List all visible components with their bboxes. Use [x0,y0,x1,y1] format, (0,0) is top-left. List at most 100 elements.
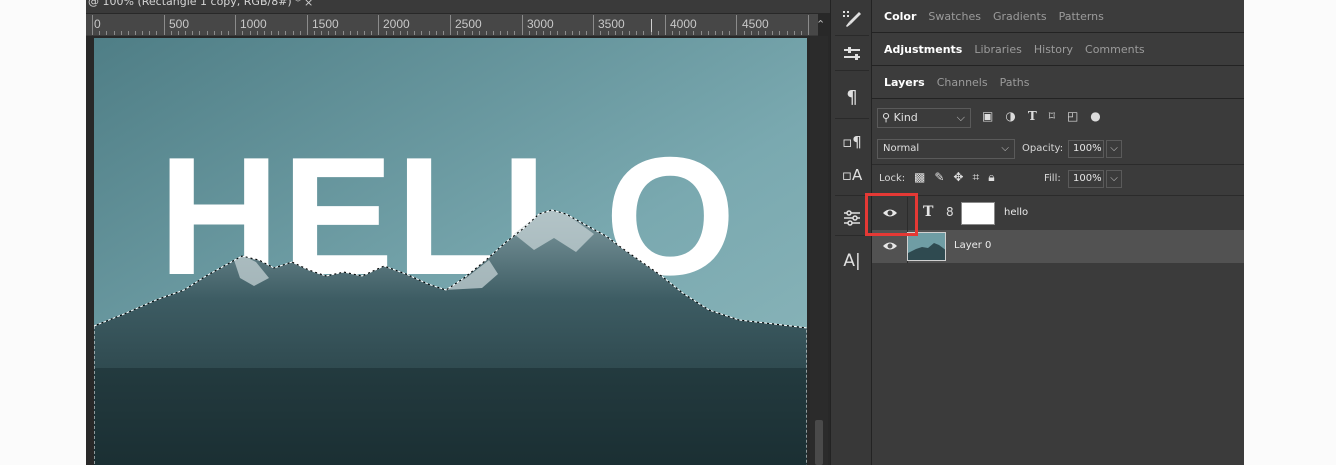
properties-icon[interactable] [831,38,873,68]
ruler-tick [192,31,194,35]
tab-libraries[interactable]: Libraries [968,43,1028,56]
text-layer-icon: T [923,204,934,220]
fill-input[interactable]: 100% [1068,170,1104,188]
ruler-tick [535,31,537,35]
ruler-tick [657,31,659,35]
ruler-tick [335,31,337,35]
vertical-scrollbar[interactable] [810,36,828,465]
chevron-up-icon[interactable]: ⌃ [816,18,825,31]
paragraph-styles-icon[interactable]: ▫¶ [831,127,873,157]
tab-swatches[interactable]: Swatches [922,10,987,23]
close-tab-icon[interactable]: × [304,0,313,9]
opacity-chevron-icon[interactable]: ⌵ [1106,140,1122,158]
character-styles-icon[interactable]: ▫A [831,160,873,190]
layer-row-hello[interactable]: T 8 hello [872,197,1244,230]
ruler-tick [235,15,237,35]
ruler-label: 0 [94,17,101,31]
ruler-tick [593,15,595,35]
paragraph-icon[interactable]: ¶ [831,82,873,112]
lock-pixels-icon[interactable]: ✎ [934,170,944,185]
document-tab[interactable]: @ 100% (Rectangle 1 copy, RGB/8#) * × [86,0,830,13]
tab-patterns[interactable]: Patterns [1053,10,1110,23]
document-tab-title: @ 100% (Rectangle 1 copy, RGB/8#) * [88,0,301,8]
ruler-tick [722,31,724,35]
lock-position-icon[interactable]: ✥ [953,170,963,185]
ruler-tick [242,31,244,35]
ruler-tick [428,31,430,35]
ruler-tick [220,31,222,35]
fill-chevron-icon[interactable]: ⌵ [1106,170,1122,188]
divider [835,70,869,71]
lock-all-icon[interactable]: 🔒︎ [988,170,994,185]
color-panel-tabs: Color Swatches Gradients Patterns [872,0,1244,33]
ruler-tick [364,31,366,35]
tab-paths[interactable]: Paths [994,76,1036,89]
ruler-tick [414,31,416,35]
chevron-down-icon: ⌵ [956,111,965,124]
ruler-tick [99,31,101,35]
ruler-tick [163,15,165,35]
tab-adjustments[interactable]: Adjustments [878,43,968,56]
type-filter-icon[interactable]: T [1028,109,1037,123]
divider [872,195,1244,196]
opacity-input[interactable]: 100% [1068,140,1104,158]
layer-filter-dropdown[interactable]: ⚲ Kind ⌵ [877,108,971,128]
layer-thumbnail[interactable] [907,232,946,261]
lock-transparent-icon[interactable]: ▩ [914,170,925,185]
ruler-tick [156,31,158,35]
ruler-tick [493,31,494,35]
ruler-tick [127,31,129,35]
tab-color[interactable]: Color [878,10,922,23]
lock-artboard-icon[interactable]: ⌗ [972,170,979,185]
ruler-tick [228,31,229,35]
pixel-filter-icon[interactable]: ▣ [982,109,993,123]
scrollbar-thumb[interactable] [815,420,823,465]
tab-history[interactable]: History [1028,43,1079,56]
divider [835,235,869,236]
panels-dock: Color Swatches Gradients Patterns Adjust… [872,0,1244,465]
ruler-tick [271,31,272,35]
horizontal-ruler[interactable]: 0 500 1000 1500 2000 2500 3000 3500 4000… [86,14,818,36]
ruler-tick [177,31,179,35]
ruler-label: 1500 [312,17,339,31]
ruler-tick [306,15,308,35]
ruler-tick [321,31,323,35]
ruler-tick [349,31,351,35]
tab-layers[interactable]: Layers [878,76,931,89]
ruler-tick [550,31,552,35]
layer-row-layer-0[interactable]: Layer 0 [872,230,1244,263]
character-icon[interactable]: A| [831,246,873,276]
ruler-tick [772,31,774,35]
smart-object-filter-icon[interactable]: ◰ [1067,109,1078,123]
shape-filter-icon[interactable]: ⌑ [1049,109,1055,123]
lock-label: Lock: [879,173,906,184]
layer-thumbnail[interactable] [961,202,995,225]
brush-settings-icon[interactable] [831,4,873,34]
opacity-label: Opacity: [1022,143,1064,154]
ruler-tick [149,31,151,35]
blend-mode-dropdown[interactable]: Normal ⌵ [877,139,1015,159]
ruler-tick [457,31,459,35]
ruler-tick [564,31,566,35]
ruler-tick [729,31,731,35]
tab-channels[interactable]: Channels [931,76,994,89]
ruler-tick [371,31,373,35]
document-canvas[interactable]: HELLO [94,38,807,465]
ruler-tick [92,15,93,35]
adjustment-filter-icon[interactable]: ◑ [1005,109,1015,123]
ruler-tick [292,31,294,35]
filter-toggle-icon[interactable]: ● [1090,109,1100,123]
layer-name[interactable]: Layer 0 [954,240,991,251]
ruler-tick [120,31,122,35]
sliders-icon [844,47,860,60]
canvas-image: HELLO [94,38,807,465]
link-icon[interactable]: 8 [946,205,954,219]
tab-comments[interactable]: Comments [1079,43,1151,56]
mountain-thumbnail [908,233,945,260]
layer-name[interactable]: hello [1004,207,1028,218]
tab-gradients[interactable]: Gradients [987,10,1053,23]
ruler-tick [507,31,509,35]
ruler-tick [285,31,287,35]
ruler-cursor-marker [651,19,652,32]
eye-icon[interactable] [882,239,898,253]
